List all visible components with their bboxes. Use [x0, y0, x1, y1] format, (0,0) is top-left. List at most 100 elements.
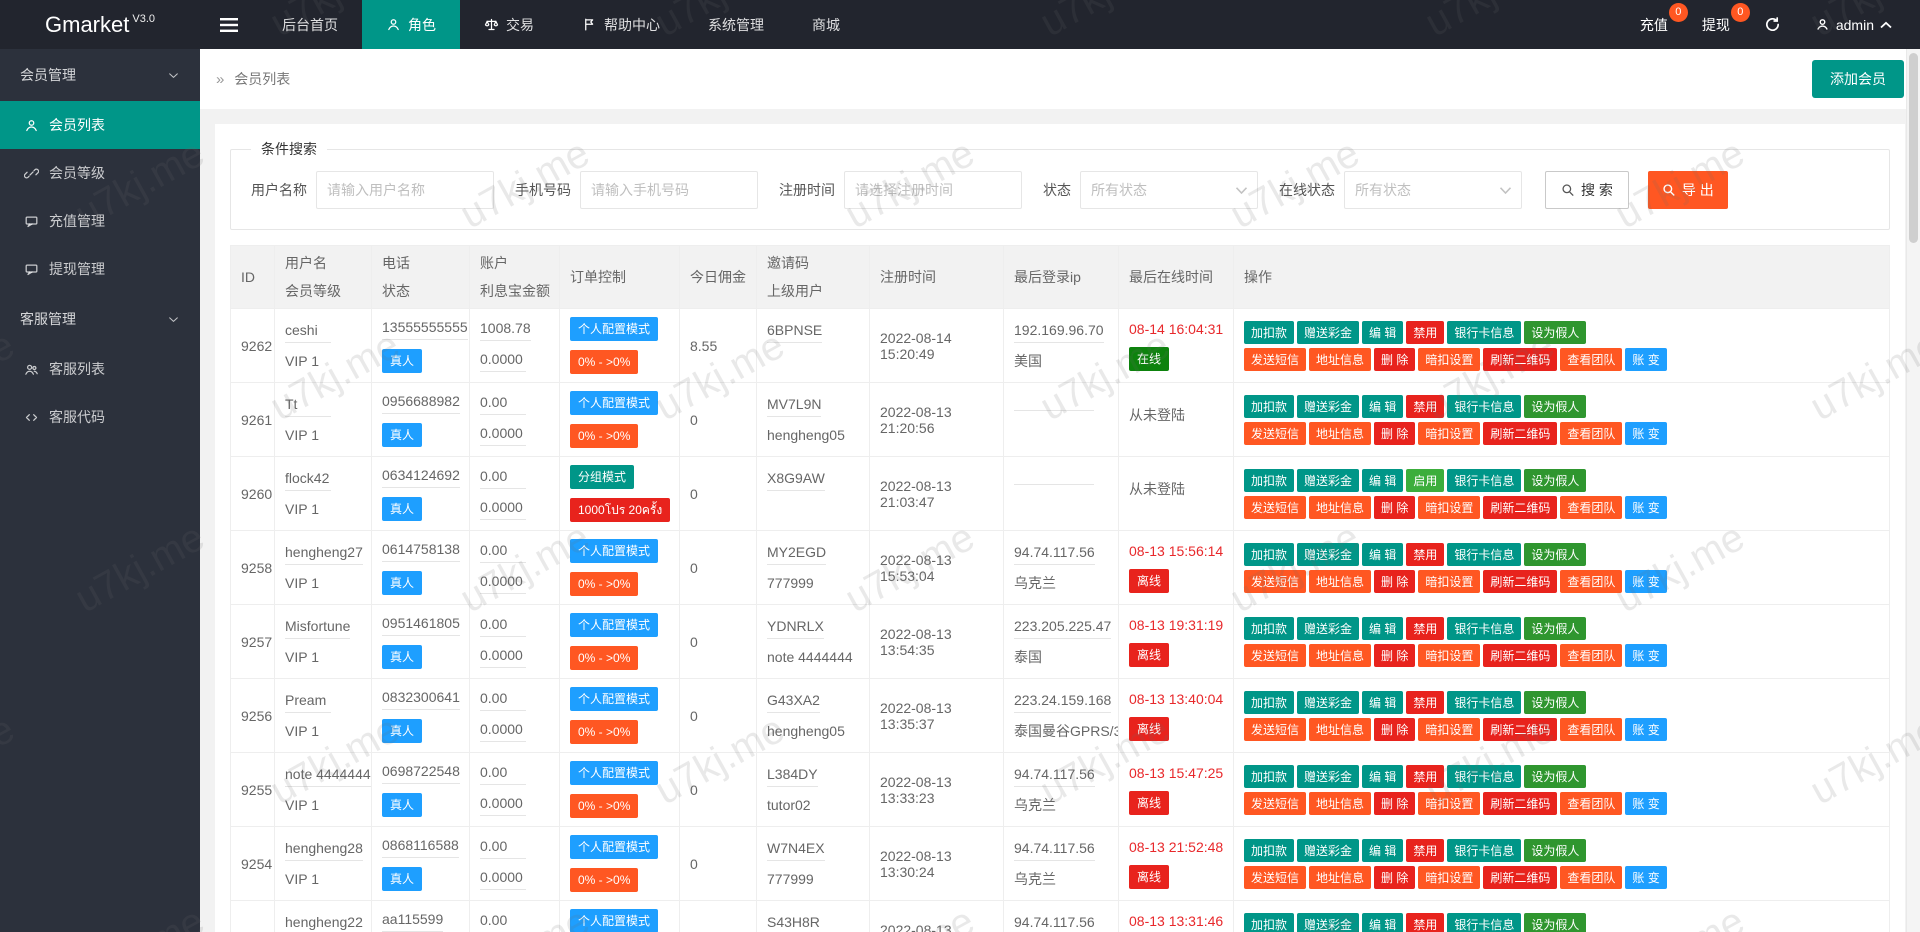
- gift-bonus-button[interactable]: 赠送彩金: [1297, 838, 1360, 862]
- view-team-button[interactable]: 查看团队: [1560, 865, 1623, 889]
- adjust-balance-button[interactable]: 加扣款: [1244, 320, 1295, 344]
- view-team-button[interactable]: 查看团队: [1560, 717, 1623, 741]
- bank-card-info-button[interactable]: 银行卡信息: [1447, 394, 1522, 418]
- hidden-deduct-button[interactable]: 暗扣设置: [1418, 347, 1481, 371]
- refresh-qrcode-button[interactable]: 刷新二维码: [1483, 717, 1558, 741]
- edit-button[interactable]: 编 辑: [1362, 320, 1404, 344]
- address-info-button[interactable]: 地址信息: [1309, 717, 1372, 741]
- hidden-deduct-button[interactable]: 暗扣设置: [1418, 495, 1481, 519]
- gift-bonus-button[interactable]: 赠送彩金: [1297, 616, 1360, 640]
- address-info-button[interactable]: 地址信息: [1309, 569, 1372, 593]
- bank-card-info-button[interactable]: 银行卡信息: [1447, 468, 1522, 492]
- send-sms-button[interactable]: 发送短信: [1244, 865, 1307, 889]
- adjust-balance-button[interactable]: 加扣款: [1244, 542, 1295, 566]
- set-fake-user-button[interactable]: 设为假人: [1524, 764, 1587, 788]
- gift-bonus-button[interactable]: 赠送彩金: [1297, 690, 1360, 714]
- adjust-balance-button[interactable]: 加扣款: [1244, 912, 1295, 932]
- enable-button[interactable]: 启用: [1406, 468, 1445, 492]
- phone-input[interactable]: [580, 171, 758, 209]
- refresh-qrcode-button[interactable]: 刷新二维码: [1483, 347, 1558, 371]
- disable-button[interactable]: 禁用: [1406, 542, 1445, 566]
- app-logo[interactable]: Gmarket V3.0: [0, 0, 200, 49]
- adjust-balance-button[interactable]: 加扣款: [1244, 690, 1295, 714]
- adjust-balance-button[interactable]: 加扣款: [1244, 764, 1295, 788]
- delete-button[interactable]: 删 除: [1374, 495, 1416, 519]
- online-status-select[interactable]: 所有状态: [1344, 171, 1522, 209]
- edit-button[interactable]: 编 辑: [1362, 468, 1404, 492]
- hidden-deduct-button[interactable]: 暗扣设置: [1418, 643, 1481, 667]
- bank-card-info-button[interactable]: 银行卡信息: [1447, 764, 1522, 788]
- account-change-button[interactable]: 账 变: [1625, 791, 1667, 815]
- account-change-button[interactable]: 账 变: [1625, 717, 1667, 741]
- bank-card-info-button[interactable]: 银行卡信息: [1447, 690, 1522, 714]
- username-input[interactable]: [316, 171, 494, 209]
- hidden-deduct-button[interactable]: 暗扣设置: [1418, 569, 1481, 593]
- view-team-button[interactable]: 查看团队: [1560, 421, 1623, 445]
- bank-card-info-button[interactable]: 银行卡信息: [1447, 838, 1522, 862]
- gift-bonus-button[interactable]: 赠送彩金: [1297, 912, 1360, 932]
- edit-button[interactable]: 编 辑: [1362, 616, 1404, 640]
- user-menu[interactable]: admin: [1815, 17, 1892, 33]
- account-change-button[interactable]: 账 变: [1625, 865, 1667, 889]
- gift-bonus-button[interactable]: 赠送彩金: [1297, 468, 1360, 492]
- refresh-qrcode-button[interactable]: 刷新二维码: [1483, 495, 1558, 519]
- gift-bonus-button[interactable]: 赠送彩金: [1297, 320, 1360, 344]
- disable-button[interactable]: 禁用: [1406, 394, 1445, 418]
- send-sms-button[interactable]: 发送短信: [1244, 717, 1307, 741]
- send-sms-button[interactable]: 发送短信: [1244, 495, 1307, 519]
- scrollbar[interactable]: [1906, 49, 1920, 932]
- address-info-button[interactable]: 地址信息: [1309, 421, 1372, 445]
- refresh-qrcode-button[interactable]: 刷新二维码: [1483, 643, 1558, 667]
- nav-item-交易[interactable]: 交易: [460, 0, 558, 49]
- gift-bonus-button[interactable]: 赠送彩金: [1297, 764, 1360, 788]
- nav-item-帮助中心[interactable]: 帮助中心: [558, 0, 684, 49]
- sidebar-item-会员等级[interactable]: 会员等级: [0, 149, 200, 197]
- view-team-button[interactable]: 查看团队: [1560, 791, 1623, 815]
- view-team-button[interactable]: 查看团队: [1560, 569, 1623, 593]
- delete-button[interactable]: 删 除: [1374, 643, 1416, 667]
- bank-card-info-button[interactable]: 银行卡信息: [1447, 616, 1522, 640]
- nav-item-角色[interactable]: 角色: [362, 0, 460, 49]
- nav-item-系统管理[interactable]: 系统管理: [684, 0, 788, 49]
- adjust-balance-button[interactable]: 加扣款: [1244, 394, 1295, 418]
- send-sms-button[interactable]: 发送短信: [1244, 421, 1307, 445]
- sidebar-item-客服代码[interactable]: 客服代码: [0, 393, 200, 441]
- account-change-button[interactable]: 账 变: [1625, 495, 1667, 519]
- edit-button[interactable]: 编 辑: [1362, 912, 1404, 932]
- account-change-button[interactable]: 账 变: [1625, 347, 1667, 371]
- refresh-qrcode-button[interactable]: 刷新二维码: [1483, 421, 1558, 445]
- set-fake-user-button[interactable]: 设为假人: [1524, 394, 1587, 418]
- adjust-balance-button[interactable]: 加扣款: [1244, 616, 1295, 640]
- delete-button[interactable]: 删 除: [1374, 717, 1416, 741]
- disable-button[interactable]: 禁用: [1406, 838, 1445, 862]
- disable-button[interactable]: 禁用: [1406, 764, 1445, 788]
- account-change-button[interactable]: 账 变: [1625, 643, 1667, 667]
- scrollbar-thumb[interactable]: [1909, 53, 1918, 243]
- refresh-qrcode-button[interactable]: 刷新二维码: [1483, 791, 1558, 815]
- search-button[interactable]: 搜 索: [1545, 171, 1629, 209]
- recharge-link[interactable]: 充值 0: [1640, 2, 1688, 35]
- export-button[interactable]: 导 出: [1647, 171, 1728, 209]
- set-fake-user-button[interactable]: 设为假人: [1524, 542, 1587, 566]
- send-sms-button[interactable]: 发送短信: [1244, 643, 1307, 667]
- edit-button[interactable]: 编 辑: [1362, 394, 1404, 418]
- sidebar-item-客服列表[interactable]: 客服列表: [0, 345, 200, 393]
- menu-toggle-icon[interactable]: [200, 0, 258, 49]
- delete-button[interactable]: 删 除: [1374, 421, 1416, 445]
- sidebar-item-充值管理[interactable]: 充值管理: [0, 197, 200, 245]
- sidebar-item-提现管理[interactable]: 提现管理: [0, 245, 200, 293]
- nav-item-商城[interactable]: 商城: [788, 0, 864, 49]
- status-select[interactable]: 所有状态: [1080, 171, 1258, 209]
- nav-item-后台首页[interactable]: 后台首页: [258, 0, 362, 49]
- refresh-qrcode-button[interactable]: 刷新二维码: [1483, 865, 1558, 889]
- hidden-deduct-button[interactable]: 暗扣设置: [1418, 791, 1481, 815]
- account-change-button[interactable]: 账 变: [1625, 421, 1667, 445]
- view-team-button[interactable]: 查看团队: [1560, 347, 1623, 371]
- disable-button[interactable]: 禁用: [1406, 320, 1445, 344]
- address-info-button[interactable]: 地址信息: [1309, 495, 1372, 519]
- hidden-deduct-button[interactable]: 暗扣设置: [1418, 865, 1481, 889]
- sidebar-group-会员管理[interactable]: 会员管理: [0, 49, 200, 101]
- set-fake-user-button[interactable]: 设为假人: [1524, 912, 1587, 932]
- adjust-balance-button[interactable]: 加扣款: [1244, 838, 1295, 862]
- disable-button[interactable]: 禁用: [1406, 912, 1445, 932]
